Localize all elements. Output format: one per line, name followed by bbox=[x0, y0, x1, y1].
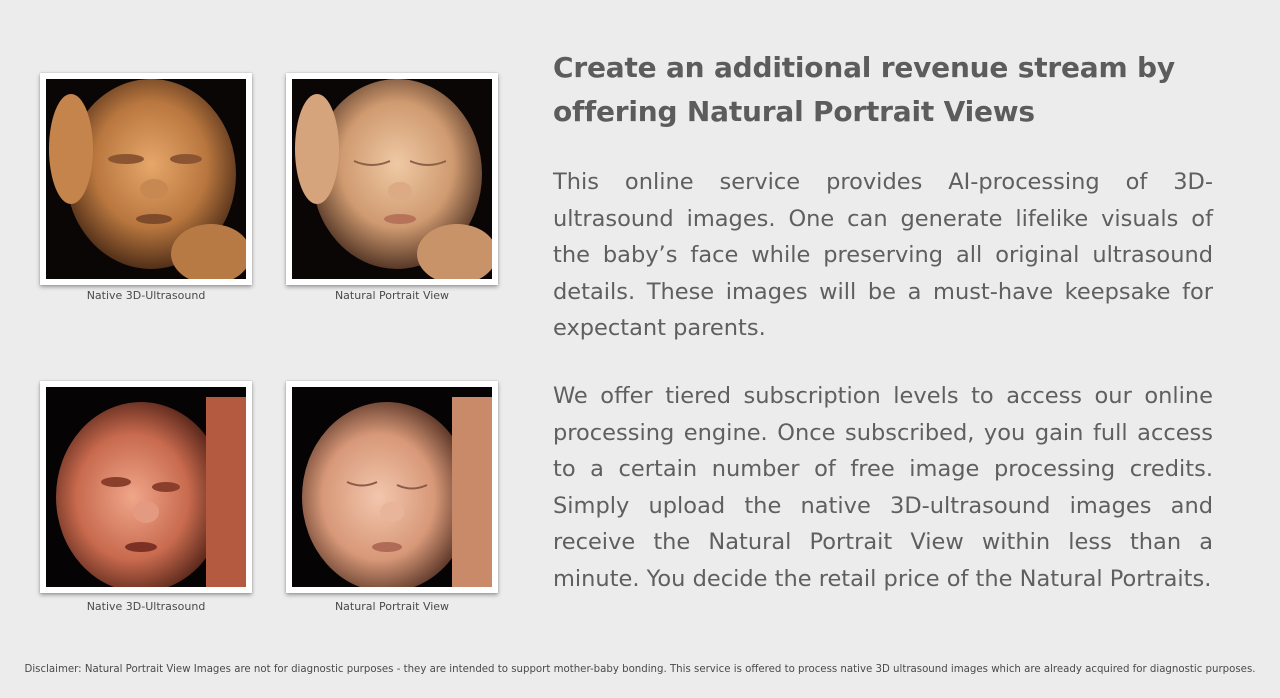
page-title: Create an additional revenue stream by o… bbox=[553, 51, 1175, 128]
image-caption: Native 3D-Ultrasound bbox=[86, 289, 206, 302]
service-description-paragraph: This online service provides AI-processi… bbox=[553, 169, 1213, 342]
disclaimer-text: Disclaimer: Natural Portrait View Images… bbox=[24, 664, 1256, 675]
portrait-image-card bbox=[286, 381, 498, 593]
native-ultrasound-image bbox=[46, 387, 246, 587]
image-caption: Natural Portrait View bbox=[334, 600, 450, 613]
image-caption: Native 3D-Ultrasound bbox=[86, 600, 206, 613]
natural-portrait-image bbox=[292, 387, 492, 587]
native-ultrasound-image bbox=[46, 79, 246, 279]
image-caption: Natural Portrait View bbox=[334, 289, 450, 302]
ultrasound-image-card bbox=[40, 73, 252, 285]
ultrasound-image-card bbox=[40, 381, 252, 593]
subscription-description-paragraph: We offer tiered subscription levels to a… bbox=[553, 383, 1213, 592]
natural-portrait-image bbox=[292, 79, 492, 279]
portrait-image-card bbox=[286, 73, 498, 285]
